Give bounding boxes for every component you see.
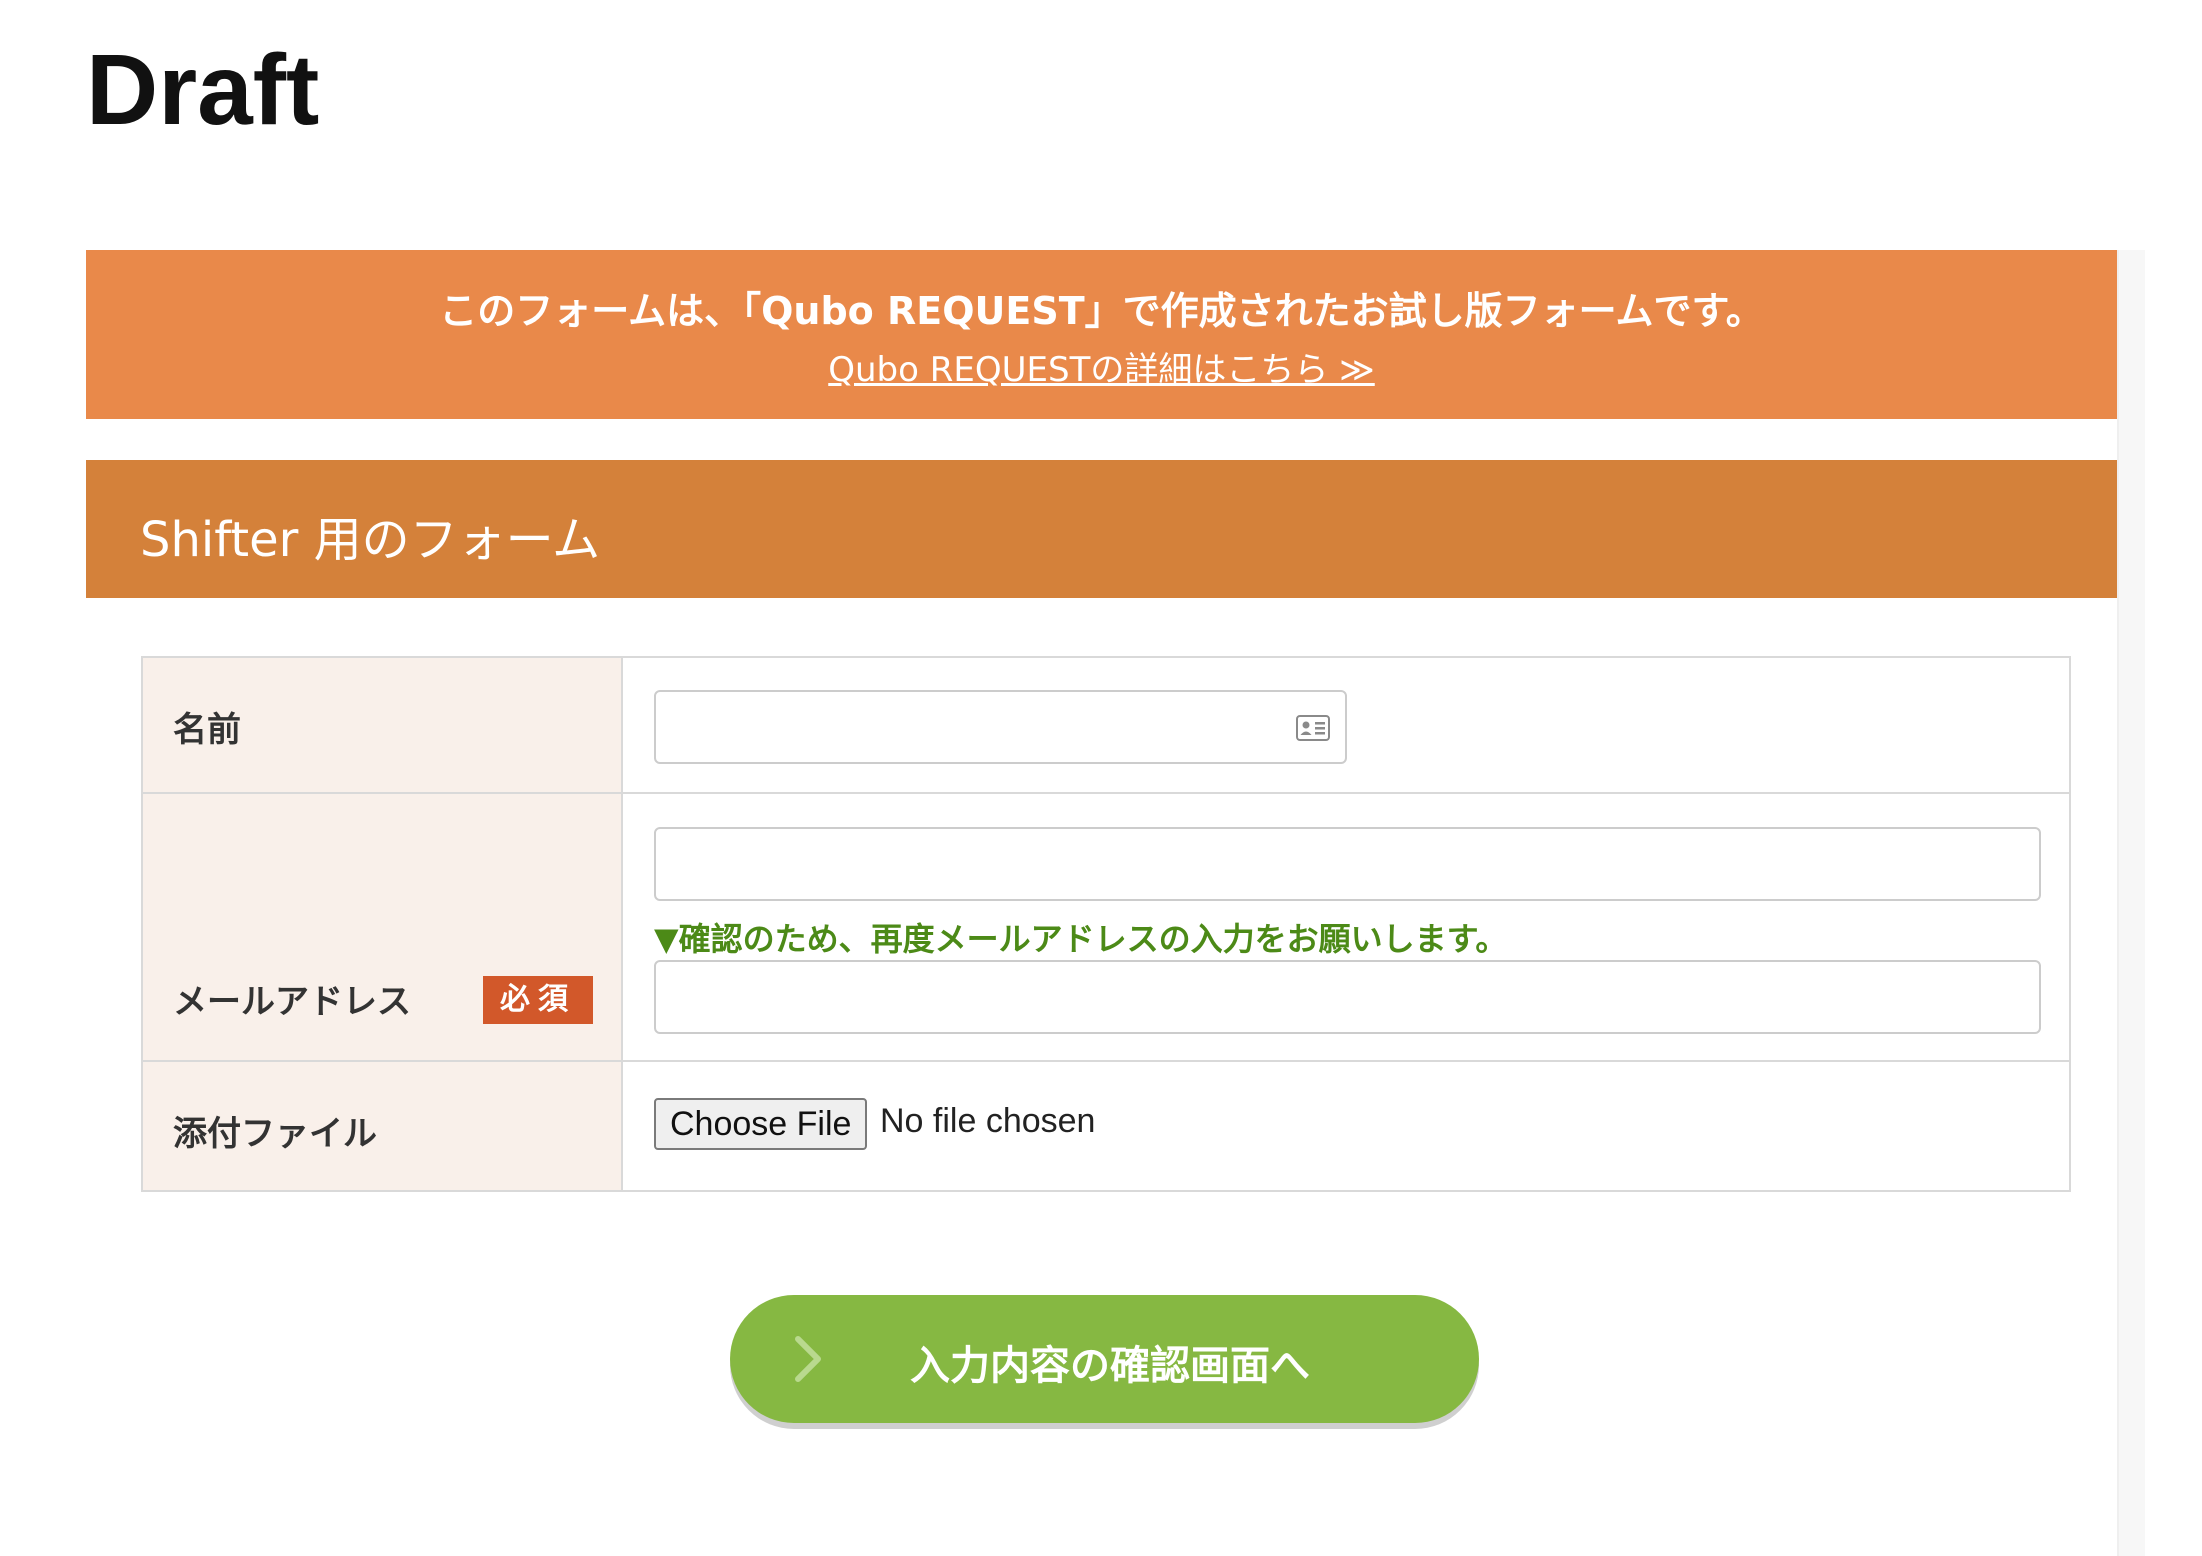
file-status-text: No file chosen [880, 1102, 1096, 1140]
qubo-details-link[interactable]: Qubo REQUESTの詳細はこちら ≫ [86, 342, 2117, 391]
email-label-cell: メールアドレス 必須 [143, 794, 623, 1060]
form-title: Shifter 用のフォーム [140, 512, 601, 568]
form-table: 名前 メールアドレス 必須 ▼確認のため、再度メールアドレスの入力をお願いします… [141, 656, 2071, 1192]
form-row-attachment: 添付ファイル Choose File No file chosen [143, 1062, 2069, 1190]
chevron-right-icon [795, 1336, 821, 1382]
name-label: 名前 [173, 710, 241, 750]
email-confirm-note: ▼確認のため、再度メールアドレスの入力をお願いします。 [654, 920, 1508, 958]
submit-label: 入力内容の確認画面へ [910, 1343, 1310, 1389]
form-row-email: メールアドレス 必須 ▼確認のため、再度メールアドレスの入力をお願いします。 [143, 794, 2069, 1062]
attachment-label-cell: 添付ファイル [143, 1062, 623, 1190]
form-header: Shifter 用のフォーム [86, 460, 2117, 598]
trial-notice-text: このフォームは、「Qubo REQUEST」で作成されたお試し版フォームです。 [439, 289, 1764, 333]
trial-notice-banner: このフォームは、「Qubo REQUEST」で作成されたお試し版フォームです。 … [86, 250, 2117, 419]
required-badge: 必須 [483, 976, 593, 1024]
page-scrollbar-rail [2117, 250, 2145, 1556]
form-row-name: 名前 [143, 658, 2069, 794]
email-input[interactable] [654, 827, 2041, 901]
attachment-label: 添付ファイル [173, 1114, 377, 1154]
choose-file-button[interactable]: Choose File [654, 1098, 868, 1150]
page-title: Draft [86, 34, 320, 146]
confirm-submit-button[interactable]: 入力内容の確認画面へ [730, 1295, 1479, 1423]
email-label: メールアドレス [173, 982, 411, 1022]
name-input[interactable] [654, 690, 1347, 764]
name-input-cell [623, 658, 2069, 792]
attachment-input-cell: Choose File No file chosen [623, 1062, 2069, 1190]
contact-card-icon[interactable] [1296, 715, 1330, 741]
email-confirm-input[interactable] [654, 960, 2041, 1034]
email-input-cell: ▼確認のため、再度メールアドレスの入力をお願いします。 [623, 794, 2069, 1060]
name-label-cell: 名前 [143, 658, 623, 792]
